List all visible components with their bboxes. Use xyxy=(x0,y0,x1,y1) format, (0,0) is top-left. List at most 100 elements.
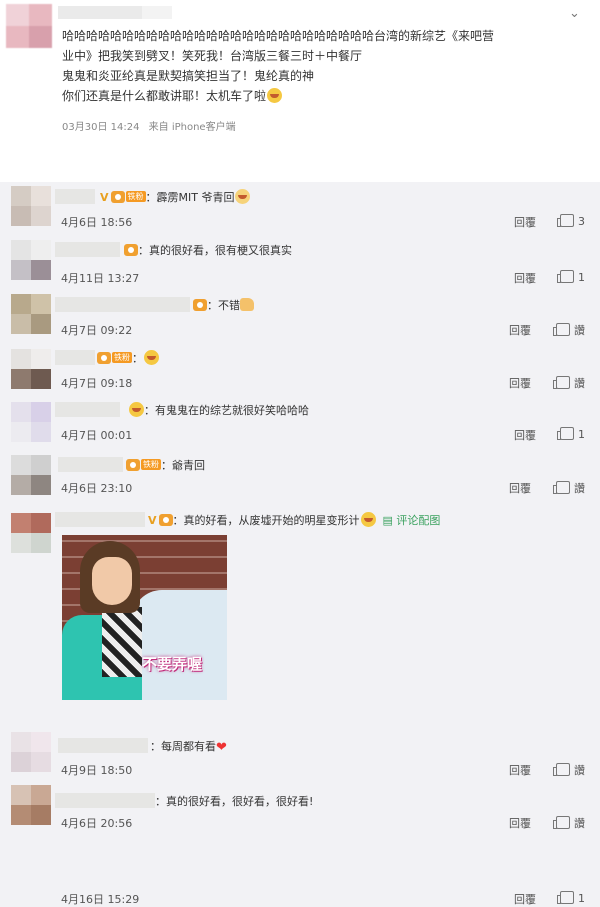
like-count: 讚 xyxy=(574,482,585,495)
avatar[interactable] xyxy=(11,513,51,553)
username-blurred[interactable] xyxy=(55,512,145,527)
comment-item: 铁粉： 4月7日 09:18 回覆 讚 xyxy=(0,344,600,397)
angry-emoji-icon xyxy=(129,402,144,417)
like-button[interactable]: 1 xyxy=(557,891,585,905)
like-button[interactable]: 讚 xyxy=(553,322,585,338)
like-button[interactable]: 3 xyxy=(557,214,585,228)
thumbs-up-icon xyxy=(557,270,574,283)
laughing-emoji-icon xyxy=(360,512,376,527)
reply-button[interactable]: 回覆 xyxy=(514,427,536,443)
avatar[interactable] xyxy=(11,349,51,389)
comment-text-line: 铁粉 ：爺青回 xyxy=(126,457,205,473)
heart-icon: ❤ xyxy=(216,740,227,755)
comment-time: 4月7日 00:01 xyxy=(61,429,133,442)
comment-text: ：爺青回 xyxy=(161,459,205,472)
post-line: 你们还真是什么都敢讲耶！太机车了啦 xyxy=(62,86,582,106)
thumbs-up-icon xyxy=(553,376,570,389)
comment-text: ：每周都有看 xyxy=(150,740,216,753)
comment-item: 铁粉 ：爺青回 4月6日 23:10 回覆 讚 xyxy=(0,450,600,503)
comment-text-line: 铁粉： xyxy=(97,350,159,366)
comment-time: 4月6日 18:56 xyxy=(61,216,133,229)
username-blurred[interactable] xyxy=(55,793,155,808)
comment-text: ：不错 xyxy=(207,299,240,312)
comment-text: ：真的很好看，很有梗又很真实 xyxy=(138,244,292,257)
fan-badge: 铁粉 xyxy=(112,352,132,363)
fan-badge: 铁粉 xyxy=(141,459,161,470)
thumbs-up-emoji-icon xyxy=(240,298,254,311)
comment-text: ：有鬼鬼在的综艺就很好笑哈哈哈 xyxy=(144,404,309,417)
comment-item: ：不错 4月7日 09:22 回覆 讚 xyxy=(0,289,600,344)
post-meta: 03月30日 14:24 来自 iPhone客户端 xyxy=(62,118,242,133)
username-blurred[interactable] xyxy=(55,402,120,417)
avatar[interactable] xyxy=(11,455,51,495)
member-badge-icon xyxy=(110,191,125,203)
like-button[interactable]: 1 xyxy=(557,427,585,441)
comment-item: ：每周都有看❤ 4月9日 18:50 回覆 讚 xyxy=(0,727,600,780)
username-blurred-extra xyxy=(142,6,172,19)
like-count: 讚 xyxy=(574,817,585,830)
comment-text-line: V ：真的好看，从废墟开始的明星变形计 ▤ 评论配图 xyxy=(148,512,440,528)
avatar[interactable] xyxy=(11,402,51,442)
comment-image-link[interactable]: 评论配图 xyxy=(396,514,440,527)
like-button[interactable]: 讚 xyxy=(553,375,585,391)
reply-button[interactable]: 回覆 xyxy=(514,214,536,230)
image-caption: 不要弄喔 xyxy=(142,655,203,673)
username-blurred[interactable] xyxy=(55,350,95,365)
post-line: 哈哈哈哈哈哈哈哈哈哈哈哈哈哈哈哈哈哈哈哈哈哈哈哈哈哈台湾的新综艺《来吧营 xyxy=(62,29,495,43)
reply-button[interactable]: 回覆 xyxy=(509,815,531,831)
comment-time: 4月6日 23:10 xyxy=(61,482,133,495)
ice-graphic xyxy=(132,590,227,700)
reply-button[interactable]: 回覆 xyxy=(514,891,536,907)
post-line: 业中》把我笑到劈叉！笑死我！台湾版三餐三时＋中餐厅 xyxy=(62,49,363,63)
reply-button[interactable]: 回覆 xyxy=(509,762,531,778)
comment-time: 4月11日 13:27 xyxy=(61,272,140,285)
comment-item: ：真的很好看，很有梗又很真实 4月11日 13:27 回覆 1 xyxy=(0,234,600,289)
like-count: 1 xyxy=(578,271,585,284)
like-button[interactable]: 1 xyxy=(557,270,585,284)
avatar[interactable] xyxy=(6,4,52,48)
like-button[interactable]: 讚 xyxy=(553,762,585,778)
thumbs-up-icon xyxy=(553,323,570,336)
person-face-graphic xyxy=(92,557,132,605)
avatar[interactable] xyxy=(11,732,51,772)
thumbs-up-icon xyxy=(553,816,570,829)
like-button[interactable]: 讚 xyxy=(553,480,585,496)
member-badge-icon xyxy=(193,299,207,311)
post-body: 哈哈哈哈哈哈哈哈哈哈哈哈哈哈哈哈哈哈哈哈哈哈哈哈哈哈台湾的新综艺《来吧营 业中》… xyxy=(62,26,582,106)
comment-list: V 铁粉 ：霹雳MIT 爷青回 4月6日 18:56 回覆 3 ：真的很好看，很有梗… xyxy=(0,182,600,906)
like-count: 1 xyxy=(578,892,585,905)
comment-image[interactable]: 不要弄喔 xyxy=(62,535,227,700)
avatar[interactable] xyxy=(11,186,51,226)
weibo-post: ⌄ 哈哈哈哈哈哈哈哈哈哈哈哈哈哈哈哈哈哈哈哈哈哈哈哈哈哈台湾的新综艺《来吧营 业… xyxy=(0,0,600,182)
username-blurred[interactable] xyxy=(58,6,142,19)
avatar[interactable] xyxy=(11,785,51,825)
reply-button[interactable]: 回覆 xyxy=(509,322,531,338)
reply-button[interactable]: 回覆 xyxy=(509,375,531,391)
comment-text-line: ：不错 xyxy=(193,297,254,313)
comment-text: ： xyxy=(132,352,143,365)
username-blurred[interactable] xyxy=(58,738,148,753)
avatar[interactable] xyxy=(11,294,51,334)
like-count: 讚 xyxy=(574,377,585,390)
comment-text-line: ：真的很好看，很好看，很好看! xyxy=(155,793,313,809)
comment-text: ：真的很好看，很好看，很好看! xyxy=(155,795,314,808)
comment-text-line: ：每周都有看❤ xyxy=(150,738,227,755)
username-blurred[interactable] xyxy=(55,297,190,312)
vip-badge: V xyxy=(148,514,157,527)
comment-text-line: V 铁粉 ：霹雳MIT 爷青回 xyxy=(100,189,251,205)
image-icon: ▤ xyxy=(382,514,393,527)
post-source[interactable]: 来自 iPhone客户端 xyxy=(149,122,236,133)
reply-button[interactable]: 回覆 xyxy=(509,480,531,496)
avatar[interactable] xyxy=(11,240,51,280)
laughing-emoji-icon xyxy=(267,88,283,103)
like-button[interactable]: 讚 xyxy=(553,815,585,831)
member-badge-icon xyxy=(124,244,138,256)
post-line-text: 你们还真是什么都敢讲耶！太机车了啦 xyxy=(62,89,267,103)
laughing-emoji-icon xyxy=(144,350,159,365)
username-blurred[interactable] xyxy=(55,242,120,257)
reply-button[interactable]: 回覆 xyxy=(514,270,536,286)
username-blurred[interactable] xyxy=(55,189,95,204)
username-blurred[interactable] xyxy=(58,457,123,472)
member-badge-icon xyxy=(126,459,140,471)
chevron-down-icon[interactable]: ⌄ xyxy=(569,6,580,21)
